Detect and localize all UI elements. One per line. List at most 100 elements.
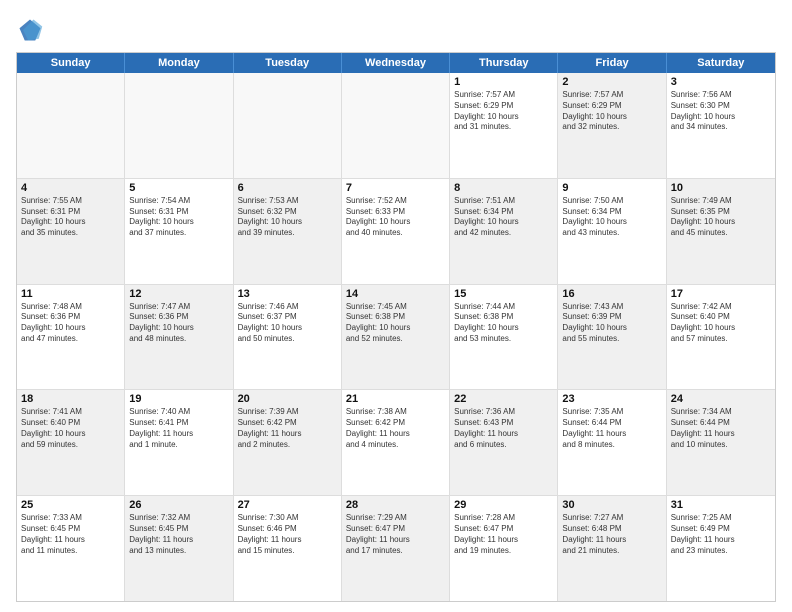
day-number: 7 [346, 182, 445, 194]
day-number: 16 [562, 288, 661, 300]
cell-info: Sunrise: 7:33 AM Sunset: 6:45 PM Dayligh… [21, 513, 120, 556]
day-number: 25 [21, 499, 120, 511]
cal-cell-r2-c4: 15 Sunrise: 7:44 AM Sunset: 6:38 PM Dayli… [450, 285, 558, 390]
day-number: 22 [454, 393, 553, 405]
cal-cell-r2-c1: 12 Sunrise: 7:47 AM Sunset: 6:36 PM Dayli… [125, 285, 233, 390]
cell-info: Sunrise: 7:41 AM Sunset: 6:40 PM Dayligh… [21, 407, 120, 450]
day-number: 27 [238, 499, 337, 511]
weekday-header-monday: Monday [125, 53, 233, 73]
cell-info: Sunrise: 7:28 AM Sunset: 6:47 PM Dayligh… [454, 513, 553, 556]
cell-info: Sunrise: 7:57 AM Sunset: 6:29 PM Dayligh… [562, 90, 661, 133]
cal-cell-r2-c0: 11 Sunrise: 7:48 AM Sunset: 6:36 PM Dayli… [17, 285, 125, 390]
day-number: 4 [21, 182, 120, 194]
cal-cell-r0-c2 [234, 73, 342, 178]
calendar: SundayMondayTuesdayWednesdayThursdayFrid… [16, 52, 776, 602]
cell-info: Sunrise: 7:46 AM Sunset: 6:37 PM Dayligh… [238, 302, 337, 345]
cell-info: Sunrise: 7:40 AM Sunset: 6:41 PM Dayligh… [129, 407, 228, 450]
calendar-body: 1 Sunrise: 7:57 AM Sunset: 6:29 PM Daylig… [17, 73, 775, 601]
cell-info: Sunrise: 7:57 AM Sunset: 6:29 PM Dayligh… [454, 90, 553, 133]
cell-info: Sunrise: 7:48 AM Sunset: 6:36 PM Dayligh… [21, 302, 120, 345]
day-number: 26 [129, 499, 228, 511]
weekday-header-tuesday: Tuesday [234, 53, 342, 73]
cell-info: Sunrise: 7:35 AM Sunset: 6:44 PM Dayligh… [562, 407, 661, 450]
day-number: 9 [562, 182, 661, 194]
weekday-header-friday: Friday [558, 53, 666, 73]
cal-cell-r2-c6: 17 Sunrise: 7:42 AM Sunset: 6:40 PM Dayli… [667, 285, 775, 390]
cal-cell-r1-c6: 10 Sunrise: 7:49 AM Sunset: 6:35 PM Dayli… [667, 179, 775, 284]
cal-cell-r1-c4: 8Sunrise: 7:51 AM Sunset: 6:34 PM Daylig… [450, 179, 558, 284]
cal-cell-r4-c1: 26 Sunrise: 7:32 AM Sunset: 6:45 PM Dayli… [125, 496, 233, 601]
logo [16, 16, 48, 44]
cal-cell-r2-c3: 14Sunrise: 7:45 AM Sunset: 6:38 PM Dayli… [342, 285, 450, 390]
cell-info: Sunrise: 7:55 AM Sunset: 6:31 PM Dayligh… [21, 196, 120, 239]
day-number: 11 [21, 288, 120, 300]
day-number: 13 [238, 288, 337, 300]
cal-cell-r4-c4: 29 Sunrise: 7:28 AM Sunset: 6:47 PM Dayli… [450, 496, 558, 601]
cell-info: Sunrise: 7:45 AM Sunset: 6:38 PM Dayligh… [346, 302, 445, 345]
day-number: 30 [562, 499, 661, 511]
cell-info: Sunrise: 7:54 AM Sunset: 6:31 PM Dayligh… [129, 196, 228, 239]
cal-cell-r2-c5: 16 Sunrise: 7:43 AM Sunset: 6:39 PM Dayli… [558, 285, 666, 390]
day-number: 29 [454, 499, 553, 511]
cal-row-2: 11 Sunrise: 7:48 AM Sunset: 6:36 PM Dayli… [17, 284, 775, 390]
calendar-header: SundayMondayTuesdayWednesdayThursdayFrid… [17, 53, 775, 73]
cal-cell-r3-c6: 24 Sunrise: 7:34 AM Sunset: 6:44 PM Dayli… [667, 390, 775, 495]
weekday-header-saturday: Saturday [667, 53, 775, 73]
cal-cell-r1-c0: 4 Sunrise: 7:55 AM Sunset: 6:31 PM Daylig… [17, 179, 125, 284]
cal-cell-r4-c3: 28Sunrise: 7:29 AM Sunset: 6:47 PM Dayli… [342, 496, 450, 601]
cal-cell-r4-c6: 31Sunrise: 7:25 AM Sunset: 6:49 PM Dayli… [667, 496, 775, 601]
cal-cell-r3-c4: 22 Sunrise: 7:36 AM Sunset: 6:43 PM Dayli… [450, 390, 558, 495]
day-number: 24 [671, 393, 771, 405]
cal-cell-r4-c0: 25 Sunrise: 7:33 AM Sunset: 6:45 PM Dayli… [17, 496, 125, 601]
cell-info: Sunrise: 7:39 AM Sunset: 6:42 PM Dayligh… [238, 407, 337, 450]
cell-info: Sunrise: 7:29 AM Sunset: 6:47 PM Dayligh… [346, 513, 445, 556]
day-number: 10 [671, 182, 771, 194]
day-number: 18 [21, 393, 120, 405]
weekday-header-sunday: Sunday [17, 53, 125, 73]
cell-info: Sunrise: 7:52 AM Sunset: 6:33 PM Dayligh… [346, 196, 445, 239]
cal-cell-r3-c5: 23 Sunrise: 7:35 AM Sunset: 6:44 PM Dayli… [558, 390, 666, 495]
cal-cell-r1-c3: 7 Sunrise: 7:52 AM Sunset: 6:33 PM Daylig… [342, 179, 450, 284]
cell-info: Sunrise: 7:42 AM Sunset: 6:40 PM Dayligh… [671, 302, 771, 345]
cal-cell-r1-c5: 9 Sunrise: 7:50 AM Sunset: 6:34 PM Daylig… [558, 179, 666, 284]
day-number: 21 [346, 393, 445, 405]
cal-row-1: 4 Sunrise: 7:55 AM Sunset: 6:31 PM Daylig… [17, 178, 775, 284]
cal-cell-r4-c2: 27Sunrise: 7:30 AM Sunset: 6:46 PM Dayli… [234, 496, 342, 601]
cell-info: Sunrise: 7:27 AM Sunset: 6:48 PM Dayligh… [562, 513, 661, 556]
page: SundayMondayTuesdayWednesdayThursdayFrid… [0, 0, 792, 612]
cal-cell-r2-c2: 13 Sunrise: 7:46 AM Sunset: 6:37 PM Dayli… [234, 285, 342, 390]
cal-cell-r3-c1: 19 Sunrise: 7:40 AM Sunset: 6:41 PM Dayli… [125, 390, 233, 495]
day-number: 17 [671, 288, 771, 300]
day-number: 15 [454, 288, 553, 300]
cell-info: Sunrise: 7:32 AM Sunset: 6:45 PM Dayligh… [129, 513, 228, 556]
weekday-header-wednesday: Wednesday [342, 53, 450, 73]
cell-info: Sunrise: 7:56 AM Sunset: 6:30 PM Dayligh… [671, 90, 771, 133]
cal-cell-r3-c2: 20 Sunrise: 7:39 AM Sunset: 6:42 PM Dayli… [234, 390, 342, 495]
cal-cell-r0-c5: 2Sunrise: 7:57 AM Sunset: 6:29 PM Daylig… [558, 73, 666, 178]
cell-info: Sunrise: 7:49 AM Sunset: 6:35 PM Dayligh… [671, 196, 771, 239]
cell-info: Sunrise: 7:47 AM Sunset: 6:36 PM Dayligh… [129, 302, 228, 345]
cal-row-4: 25 Sunrise: 7:33 AM Sunset: 6:45 PM Dayli… [17, 495, 775, 601]
cell-info: Sunrise: 7:44 AM Sunset: 6:38 PM Dayligh… [454, 302, 553, 345]
day-number: 12 [129, 288, 228, 300]
cal-cell-r4-c5: 30 Sunrise: 7:27 AM Sunset: 6:48 PM Dayli… [558, 496, 666, 601]
cal-cell-r0-c3 [342, 73, 450, 178]
cell-info: Sunrise: 7:36 AM Sunset: 6:43 PM Dayligh… [454, 407, 553, 450]
day-number: 23 [562, 393, 661, 405]
cell-info: Sunrise: 7:38 AM Sunset: 6:42 PM Dayligh… [346, 407, 445, 450]
cell-info: Sunrise: 7:53 AM Sunset: 6:32 PM Dayligh… [238, 196, 337, 239]
weekday-header-thursday: Thursday [450, 53, 558, 73]
cal-cell-r1-c2: 6Sunrise: 7:53 AM Sunset: 6:32 PM Daylig… [234, 179, 342, 284]
cal-cell-r1-c1: 5 Sunrise: 7:54 AM Sunset: 6:31 PM Daylig… [125, 179, 233, 284]
cell-info: Sunrise: 7:50 AM Sunset: 6:34 PM Dayligh… [562, 196, 661, 239]
cal-row-0: 1 Sunrise: 7:57 AM Sunset: 6:29 PM Daylig… [17, 73, 775, 178]
day-number: 1 [454, 76, 553, 88]
day-number: 19 [129, 393, 228, 405]
cal-cell-r3-c3: 21 Sunrise: 7:38 AM Sunset: 6:42 PM Dayli… [342, 390, 450, 495]
cal-row-3: 18 Sunrise: 7:41 AM Sunset: 6:40 PM Dayli… [17, 389, 775, 495]
day-number: 20 [238, 393, 337, 405]
cell-info: Sunrise: 7:25 AM Sunset: 6:49 PM Dayligh… [671, 513, 771, 556]
cell-info: Sunrise: 7:43 AM Sunset: 6:39 PM Dayligh… [562, 302, 661, 345]
day-number: 5 [129, 182, 228, 194]
cell-info: Sunrise: 7:34 AM Sunset: 6:44 PM Dayligh… [671, 407, 771, 450]
